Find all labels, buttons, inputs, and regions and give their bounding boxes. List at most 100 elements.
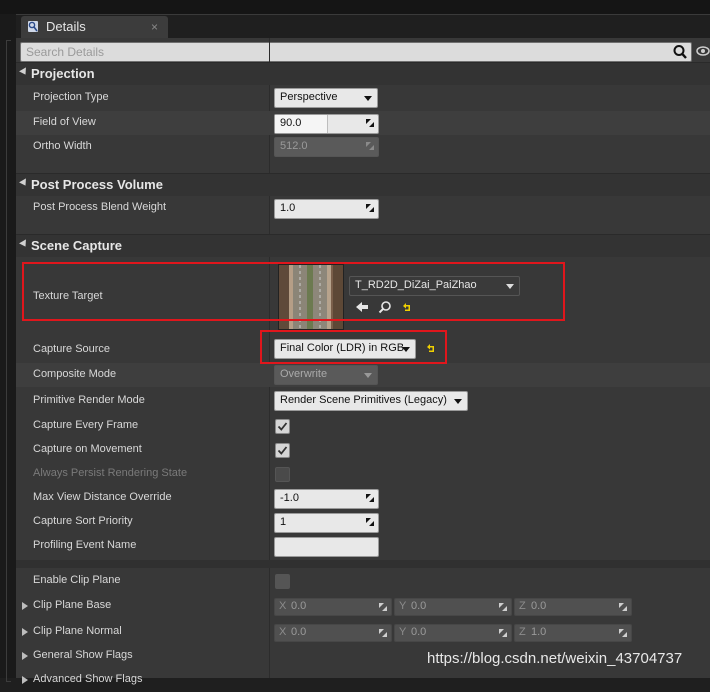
property-label: Capture Source <box>33 343 111 355</box>
clip-plane-base-x-field: X 0.0 <box>274 598 392 616</box>
property-label: Capture Sort Priority <box>33 515 133 527</box>
left-panel-frame <box>6 40 11 682</box>
capture-sort-priority-field[interactable]: 1 <box>274 513 379 533</box>
property-label: Projection Type <box>33 91 109 103</box>
number-value: 512.0 <box>280 140 308 152</box>
property-label: Composite Mode <box>33 368 117 380</box>
number-value: -1.0 <box>280 492 299 504</box>
vector-value: 0.0 <box>531 600 547 612</box>
blend-weight-field[interactable]: 1.0 <box>274 199 379 219</box>
highlight-box-texture-target <box>22 262 565 321</box>
checkmark-icon <box>277 422 288 431</box>
resize-grip-icon <box>379 629 387 637</box>
clip-plane-base-y-field: Y 0.0 <box>394 598 512 616</box>
collapse-arrow-icon[interactable] <box>19 67 29 77</box>
expand-arrow-icon[interactable] <box>22 652 28 660</box>
watermark-text: https://blog.csdn.net/weixin_43704737 <box>427 650 683 667</box>
clip-plane-normal-z-field: Z 1.0 <box>514 624 632 642</box>
section-title: Post Process Volume <box>31 177 163 192</box>
clip-plane-base-z-field: Z 0.0 <box>514 598 632 616</box>
row-field-of-view: Field of View 90.0 <box>16 111 710 135</box>
property-label: Profiling Event Name <box>33 539 137 551</box>
property-label: Post Process Blend Weight <box>33 201 167 213</box>
number-value: 1.0 <box>280 202 296 214</box>
clip-plane-normal-y-field: Y 0.0 <box>394 624 512 642</box>
axis-label: Z <box>519 600 526 612</box>
section-post-process-volume[interactable]: Post Process Volume <box>16 173 710 196</box>
section-scene-capture[interactable]: Scene Capture <box>16 234 710 257</box>
number-value: 90.0 <box>280 117 302 129</box>
expand-arrow-icon[interactable] <box>22 602 28 610</box>
property-label: Max View Distance Override <box>33 491 172 503</box>
chevron-down-icon <box>364 96 372 101</box>
resize-grip-icon <box>619 629 627 637</box>
dropdown-value: Render Scene Primitives (Legacy) <box>280 394 447 406</box>
resize-grip-icon <box>366 119 374 127</box>
primitive-render-mode-dropdown[interactable]: Render Scene Primitives (Legacy) <box>274 391 468 411</box>
resize-grip-icon <box>366 204 374 212</box>
row-clip-plane-base: Clip Plane Base X 0.0 Y 0.0 Z 0.0 <box>16 594 710 618</box>
profiling-event-name-input[interactable] <box>274 537 379 557</box>
resize-grip-icon <box>366 494 374 502</box>
property-label: Always Persist Rendering State <box>33 467 188 479</box>
row-capture-on-movement: Capture on Movement <box>16 438 710 462</box>
property-label: Advanced Show Flags <box>33 673 143 685</box>
section-title: Projection <box>31 66 95 81</box>
resize-grip-icon <box>379 603 387 611</box>
resize-grip-icon <box>499 629 507 637</box>
property-label: Ortho Width <box>33 140 92 152</box>
axis-label: X <box>279 626 287 638</box>
vector-value: 0.0 <box>411 600 427 612</box>
vector-value: 0.0 <box>411 626 427 638</box>
vector-value: 0.0 <box>291 600 307 612</box>
axis-label: X <box>279 600 287 612</box>
chevron-down-icon <box>454 399 462 404</box>
row-capture-every-frame: Capture Every Frame <box>16 414 710 438</box>
clip-plane-normal-x-field: X 0.0 <box>274 624 392 642</box>
row-advanced-show-flags[interactable]: Advanced Show Flags <box>16 668 710 692</box>
always-persist-checkbox <box>275 467 290 482</box>
enable-clip-plane-checkbox[interactable] <box>275 574 290 589</box>
dropdown-value: Overwrite <box>280 368 328 380</box>
collapse-arrow-icon[interactable] <box>19 178 29 188</box>
property-label: Clip Plane Base <box>33 599 112 611</box>
property-label: Enable Clip Plane <box>33 574 121 586</box>
max-view-distance-field[interactable]: -1.0 <box>274 489 379 509</box>
top-bar <box>0 0 710 15</box>
expand-arrow-icon[interactable] <box>22 676 28 684</box>
visibility-options-icon[interactable] <box>696 42 710 60</box>
capture-on-movement-checkbox[interactable] <box>275 443 290 458</box>
checkmark-icon <box>277 446 288 455</box>
close-tab-icon[interactable]: × <box>151 20 158 34</box>
vector-value: 0.0 <box>291 626 307 638</box>
details-icon <box>28 21 38 32</box>
field-of-view-slider[interactable]: 90.0 <box>274 114 379 134</box>
property-label: Clip Plane Normal <box>33 625 122 637</box>
capture-every-frame-checkbox[interactable] <box>275 419 290 434</box>
section-title: Scene Capture <box>31 238 123 253</box>
section-projection[interactable]: Projection <box>16 62 710 85</box>
resize-grip-icon <box>366 142 374 150</box>
chevron-down-icon <box>364 373 372 378</box>
row-capture-sort-priority: Capture Sort Priority 1 <box>16 510 710 534</box>
expand-arrow-icon[interactable] <box>22 628 28 636</box>
property-label: Primitive Render Mode <box>33 394 145 406</box>
row-projection-type: Projection Type Perspective <box>16 86 710 110</box>
advanced-separator <box>16 560 710 568</box>
property-label: Field of View <box>33 116 96 128</box>
collapse-arrow-icon[interactable] <box>19 239 29 249</box>
number-value: 1 <box>280 516 287 528</box>
projection-type-dropdown[interactable]: Perspective <box>274 88 378 108</box>
search-details-input[interactable]: Search Details <box>20 42 692 62</box>
row-enable-clip-plane: Enable Clip Plane <box>16 569 710 593</box>
row-max-view-distance: Max View Distance Override -1.0 <box>16 486 710 510</box>
tab-details[interactable]: Details × <box>21 16 168 38</box>
property-label: Capture Every Frame <box>33 419 139 431</box>
highlight-box-capture-source <box>260 330 447 364</box>
property-label: General Show Flags <box>33 649 133 661</box>
resize-grip-icon <box>619 603 627 611</box>
search-icon[interactable] <box>671 43 689 61</box>
vector-value: 1.0 <box>531 626 547 638</box>
ortho-width-field: 512.0 <box>274 137 379 157</box>
row-always-persist: Always Persist Rendering State <box>16 462 710 486</box>
